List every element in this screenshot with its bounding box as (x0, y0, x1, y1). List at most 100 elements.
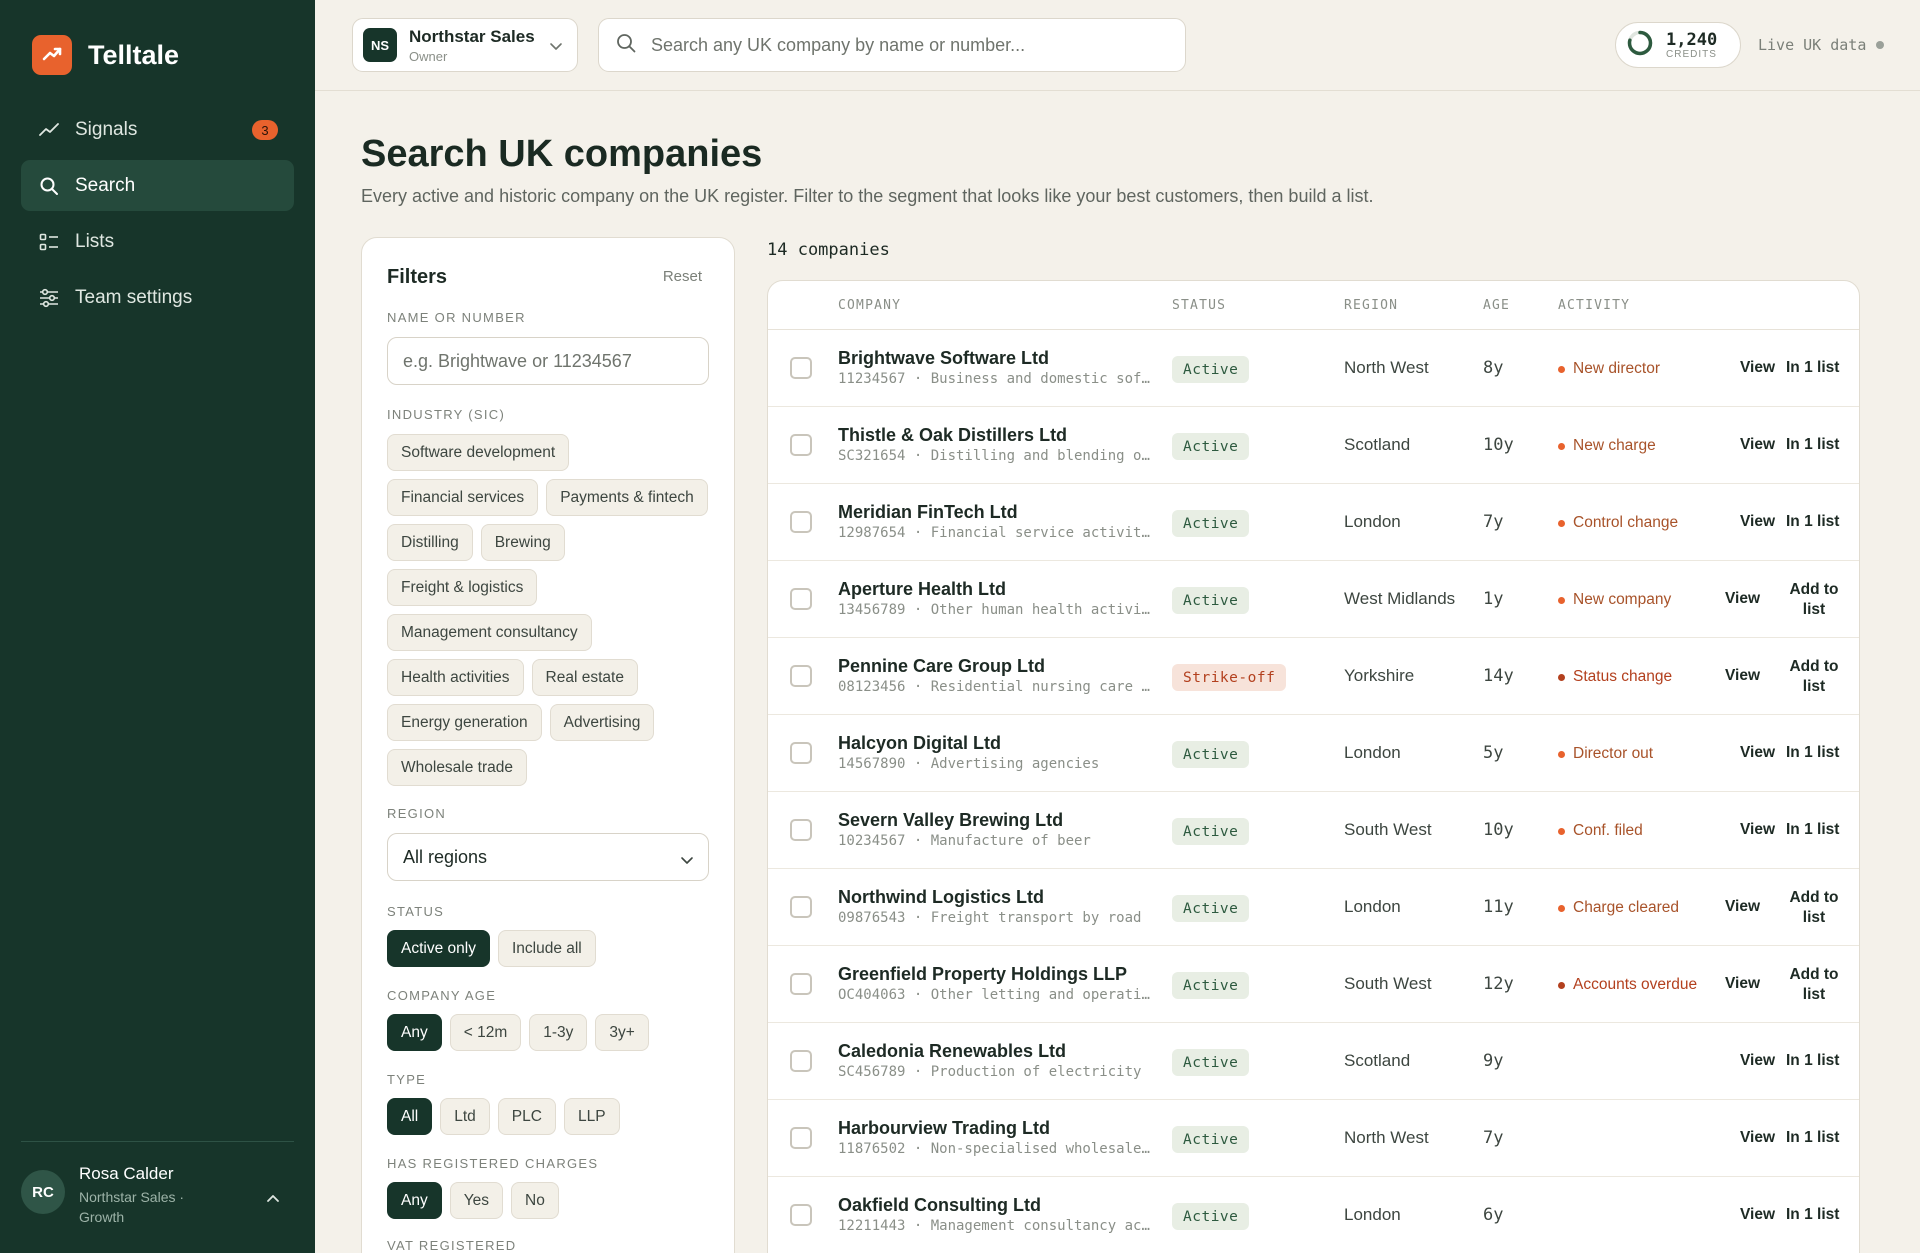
table-row[interactable]: Pennine Care Group Ltd 08123456 · Residen… (768, 638, 1859, 715)
row-checkbox[interactable] (790, 819, 812, 841)
industry-chip[interactable]: Financial services (387, 479, 539, 516)
add-to-list-button[interactable]: Add to list (1783, 580, 1845, 620)
company-name[interactable]: Brightwave Software Ltd (838, 348, 1049, 369)
table-row[interactable]: Meridian FinTech Ltd 12987654 · Financial… (768, 484, 1859, 561)
column-header-region[interactable]: REGION (1344, 298, 1398, 313)
company-name[interactable]: Harbourview Trading Ltd (838, 1118, 1050, 1139)
in-list-button[interactable]: In 1 list (1786, 821, 1839, 839)
search-input[interactable] (651, 34, 1171, 56)
row-checkbox[interactable] (790, 1050, 812, 1072)
industry-chip[interactable]: Payments & fintech (546, 479, 708, 516)
reset-filters-button[interactable]: Reset (663, 268, 702, 285)
view-button[interactable]: View (1725, 667, 1760, 685)
table-row[interactable]: Harbourview Trading Ltd 11876502 · Non-sp… (768, 1100, 1859, 1177)
table-row[interactable]: Brightwave Software Ltd 11234567 · Busine… (768, 330, 1859, 407)
in-list-button[interactable]: In 1 list (1786, 436, 1839, 454)
add-to-list-button[interactable]: Add to list (1783, 888, 1845, 928)
name-number-input[interactable] (387, 337, 709, 385)
age-option-any[interactable]: Any (387, 1014, 442, 1051)
view-button[interactable]: View (1740, 821, 1775, 839)
status-option-active-only[interactable]: Active only (387, 930, 490, 967)
age-option-1-3y[interactable]: 1-3y (529, 1014, 588, 1051)
view-button[interactable]: View (1740, 359, 1775, 377)
add-to-list-button[interactable]: Add to list (1783, 965, 1845, 1005)
row-checkbox[interactable] (790, 742, 812, 764)
row-checkbox[interactable] (790, 973, 812, 995)
row-checkbox[interactable] (790, 511, 812, 533)
industry-chip[interactable]: Distilling (387, 524, 473, 561)
industry-chip[interactable]: Wholesale trade (387, 749, 528, 786)
industry-chip[interactable]: Health activities (387, 659, 524, 696)
company-name[interactable]: Northwind Logistics Ltd (838, 887, 1044, 908)
credits-indicator[interactable]: 1,240 CREDITS (1615, 22, 1741, 68)
charges-option-any[interactable]: Any (387, 1182, 442, 1219)
chevron-up-icon[interactable] (266, 1190, 280, 1208)
type-option-ltd[interactable]: Ltd (440, 1098, 490, 1135)
view-button[interactable]: View (1725, 898, 1760, 916)
sidebar-item-search[interactable]: Search (21, 160, 294, 211)
add-to-list-button[interactable]: Add to list (1783, 657, 1845, 697)
sidebar-item-lists[interactable]: Lists (21, 216, 294, 267)
industry-chip[interactable]: Energy generation (387, 704, 542, 741)
charges-option-no[interactable]: No (511, 1182, 559, 1219)
view-button[interactable]: View (1740, 1206, 1775, 1224)
status-option-include-all[interactable]: Include all (497, 930, 596, 967)
age-option-3y-plus[interactable]: 3y+ (595, 1014, 649, 1051)
row-checkbox[interactable] (790, 434, 812, 456)
view-button[interactable]: View (1725, 590, 1760, 608)
industry-chip[interactable]: Software development (387, 434, 570, 471)
table-row[interactable]: Greenfield Property Holdings LLP OC404063… (768, 946, 1859, 1023)
view-button[interactable]: View (1725, 975, 1760, 993)
age-option-under-12m[interactable]: < 12m (449, 1014, 522, 1051)
type-option-plc[interactable]: PLC (497, 1098, 556, 1135)
company-name[interactable]: Thistle & Oak Distillers Ltd (838, 425, 1067, 446)
company-name[interactable]: Severn Valley Brewing Ltd (838, 810, 1063, 831)
column-header-status[interactable]: STATUS (1172, 298, 1226, 313)
column-header-activity[interactable]: ACTIVITY (1558, 298, 1630, 313)
table-row[interactable]: Oakfield Consulting Ltd 12211443 · Manage… (768, 1177, 1859, 1253)
region-select[interactable]: All regions (387, 833, 709, 881)
in-list-button[interactable]: In 1 list (1786, 1129, 1839, 1147)
company-name[interactable]: Greenfield Property Holdings LLP (838, 964, 1127, 985)
company-name[interactable]: Oakfield Consulting Ltd (838, 1195, 1041, 1216)
in-list-button[interactable]: In 1 list (1786, 1206, 1839, 1224)
industry-chip[interactable]: Management consultancy (387, 614, 592, 651)
user-menu[interactable]: RC Rosa Calder Northstar Sales · Growth (21, 1141, 294, 1227)
row-checkbox[interactable] (790, 357, 812, 379)
table-row[interactable]: Severn Valley Brewing Ltd 10234567 · Manu… (768, 792, 1859, 869)
table-row[interactable]: Halcyon Digital Ltd 14567890 · Advertisin… (768, 715, 1859, 792)
view-button[interactable]: View (1740, 436, 1775, 454)
row-checkbox[interactable] (790, 1204, 812, 1226)
column-header-company[interactable]: COMPANY (838, 298, 901, 313)
row-checkbox[interactable] (790, 896, 812, 918)
column-header-age[interactable]: AGE (1483, 298, 1510, 313)
row-checkbox[interactable] (790, 1127, 812, 1149)
type-option-llp[interactable]: LLP (563, 1098, 620, 1135)
industry-chip[interactable]: Real estate (531, 659, 638, 696)
view-button[interactable]: View (1740, 744, 1775, 762)
view-button[interactable]: View (1740, 513, 1775, 531)
in-list-button[interactable]: In 1 list (1786, 359, 1839, 377)
row-checkbox[interactable] (790, 588, 812, 610)
industry-chip[interactable]: Brewing (480, 524, 565, 561)
company-name[interactable]: Meridian FinTech Ltd (838, 502, 1018, 523)
table-row[interactable]: Caledonia Renewables Ltd SC456789 · Produ… (768, 1023, 1859, 1100)
table-row[interactable]: Aperture Health Ltd 13456789 · Other huma… (768, 561, 1859, 638)
org-switcher[interactable]: NS Northstar Sales Owner (352, 18, 578, 72)
type-option-all[interactable]: All (387, 1098, 433, 1135)
company-search[interactable] (598, 18, 1186, 72)
charges-option-yes[interactable]: Yes (449, 1182, 504, 1219)
company-name[interactable]: Pennine Care Group Ltd (838, 656, 1045, 677)
view-button[interactable]: View (1740, 1129, 1775, 1147)
table-row[interactable]: Thistle & Oak Distillers Ltd SC321654 · D… (768, 407, 1859, 484)
row-checkbox[interactable] (790, 665, 812, 687)
company-name[interactable]: Halcyon Digital Ltd (838, 733, 1001, 754)
view-button[interactable]: View (1740, 1052, 1775, 1070)
in-list-button[interactable]: In 1 list (1786, 744, 1839, 762)
in-list-button[interactable]: In 1 list (1786, 513, 1839, 531)
company-name[interactable]: Caledonia Renewables Ltd (838, 1041, 1066, 1062)
company-name[interactable]: Aperture Health Ltd (838, 579, 1006, 600)
brand[interactable]: Telltale (32, 35, 179, 75)
table-row[interactable]: Northwind Logistics Ltd 09876543 · Freigh… (768, 869, 1859, 946)
in-list-button[interactable]: In 1 list (1786, 1052, 1839, 1070)
